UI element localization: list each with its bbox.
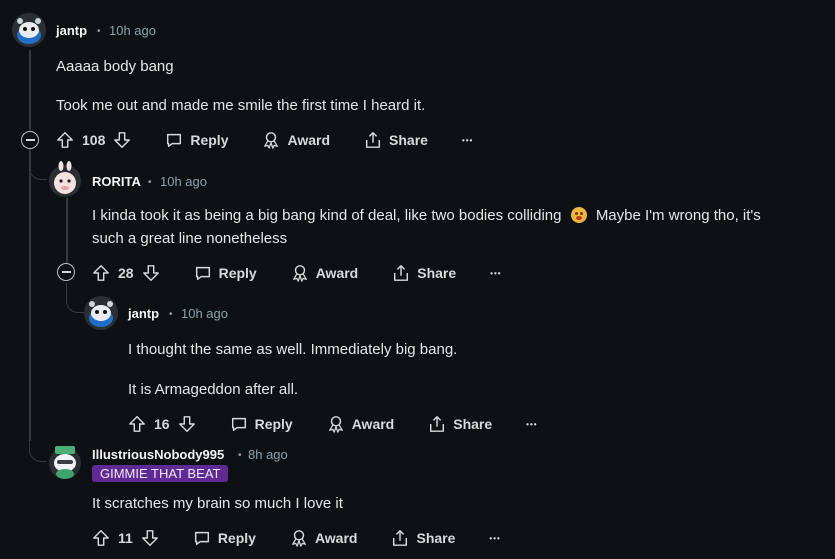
award-label: Award (287, 132, 331, 148)
avatar-jantp[interactable] (12, 13, 46, 47)
thread-connector-rorita (29, 150, 47, 180)
reply-button[interactable]: Reply (165, 131, 228, 149)
share-label: Share (417, 265, 457, 281)
thread-connector-jantp-reply (66, 283, 84, 313)
reply-icon (195, 266, 210, 281)
comment-actions: 11 Reply Award Share ••• (92, 524, 535, 552)
snoo-avatar-icon (49, 161, 81, 197)
meta-separator: • (97, 26, 101, 37)
reply-icon (167, 133, 182, 148)
award-label: Award (314, 530, 358, 546)
share-button[interactable]: Share (428, 415, 492, 433)
share-label: Share (416, 530, 456, 546)
comment-body-line: Aaaaa body bang (56, 58, 174, 75)
share-icon (430, 416, 445, 432)
award-label: Award (315, 265, 359, 281)
more-options-button[interactable]: ••• (462, 136, 473, 145)
comment-author[interactable]: jantp (56, 23, 87, 38)
comment-timestamp: 10h ago (181, 306, 228, 321)
share-label: Share (389, 132, 428, 148)
comment-body-line: Took me out and made me smile the first … (56, 97, 426, 114)
vote-count: 11 (118, 530, 133, 546)
avatar-illustriousnobody995[interactable] (48, 443, 82, 480)
comment-body-text: I kinda took it as being a big bang kind… (92, 207, 562, 224)
reply-button[interactable]: Reply (193, 529, 256, 547)
award-button[interactable]: Award (290, 529, 358, 547)
award-button[interactable]: Award (327, 415, 395, 433)
share-icon (366, 132, 381, 148)
reply-icon (194, 531, 209, 546)
downvote-icon[interactable] (141, 529, 159, 547)
meta-separator: • (169, 309, 173, 320)
upvote-icon[interactable] (92, 264, 110, 282)
comment-body-text: Maybe I'm wrong tho, it's (595, 207, 761, 224)
thread-line-rorita (66, 198, 68, 263)
comment-author[interactable]: RORITA (92, 174, 141, 189)
comment-actions: 108 Reply Award Share ••• (56, 126, 507, 154)
thread-line-root (29, 50, 31, 130)
award-icon (264, 132, 279, 149)
reply-label: Reply (218, 265, 257, 281)
comment-actions: 16 Reply Award Share ••• (128, 410, 572, 438)
collapse-thread-button[interactable] (21, 131, 39, 149)
share-label: Share (453, 416, 493, 432)
more-options-button[interactable]: ••• (526, 420, 537, 429)
share-icon (394, 265, 409, 281)
more-options-button[interactable]: ••• (490, 269, 501, 278)
comment-author[interactable]: jantp (128, 306, 159, 321)
user-flair: GIMMIE THAT BEAT (92, 465, 229, 482)
award-button[interactable]: Award (262, 131, 330, 149)
meta-separator: • (238, 450, 242, 461)
downvote-icon[interactable] (178, 415, 196, 433)
comment-timestamp: 10h ago (160, 174, 207, 189)
downvote-icon[interactable] (113, 131, 131, 149)
comment-body: I kinda took it as being a big bang kind… (92, 205, 812, 227)
share-button[interactable]: Share (392, 264, 456, 282)
comment-actions: 28 Reply Award Share ••• (92, 259, 536, 287)
upvote-icon[interactable] (92, 529, 110, 547)
comment-body-line: It is Armageddon after all. (128, 381, 299, 398)
award-icon (292, 265, 307, 282)
share-icon (393, 530, 408, 546)
award-icon (328, 416, 343, 433)
downvote-icon[interactable] (142, 264, 160, 282)
reply-label: Reply (190, 132, 229, 148)
vote-count: 28 (118, 265, 134, 281)
share-button[interactable]: Share (364, 131, 428, 149)
share-button[interactable]: Share (391, 529, 455, 547)
reply-label: Reply (254, 416, 293, 432)
emoji-icon (570, 207, 587, 223)
comment-body-line: such a great line nonetheless (92, 230, 288, 247)
reply-button[interactable]: Reply (194, 264, 257, 282)
comment-author[interactable]: IllustriousNobody995 (92, 447, 224, 462)
upvote-icon[interactable] (128, 415, 146, 433)
thread-line-root-lower (29, 149, 31, 441)
award-icon (292, 530, 306, 547)
snoo-avatar-icon (49, 446, 81, 479)
collapse-thread-button[interactable] (57, 263, 75, 281)
award-label: Award (351, 416, 395, 432)
comment-body-line: It scratches my brain so much I love it (92, 495, 343, 512)
more-options-button[interactable]: ••• (489, 534, 500, 543)
avatar-jantp[interactable] (84, 296, 118, 330)
comment-timestamp: 8h ago (248, 447, 288, 462)
snoo-avatar-icon (12, 13, 46, 47)
comment-body-line: I thought the same as well. Immediately … (128, 341, 458, 358)
reply-icon (231, 417, 246, 432)
thread-connector-illustrious (29, 432, 47, 462)
award-button[interactable]: Award (291, 264, 359, 282)
reply-label: Reply (217, 530, 256, 546)
comment-timestamp: 10h ago (109, 23, 156, 38)
upvote-icon[interactable] (56, 131, 74, 149)
meta-separator: • (148, 177, 152, 188)
avatar-rorita[interactable] (48, 161, 82, 198)
snoo-avatar-icon (84, 296, 118, 330)
reply-button[interactable]: Reply (230, 415, 293, 433)
vote-count: 108 (82, 132, 106, 148)
vote-count: 16 (154, 416, 170, 432)
